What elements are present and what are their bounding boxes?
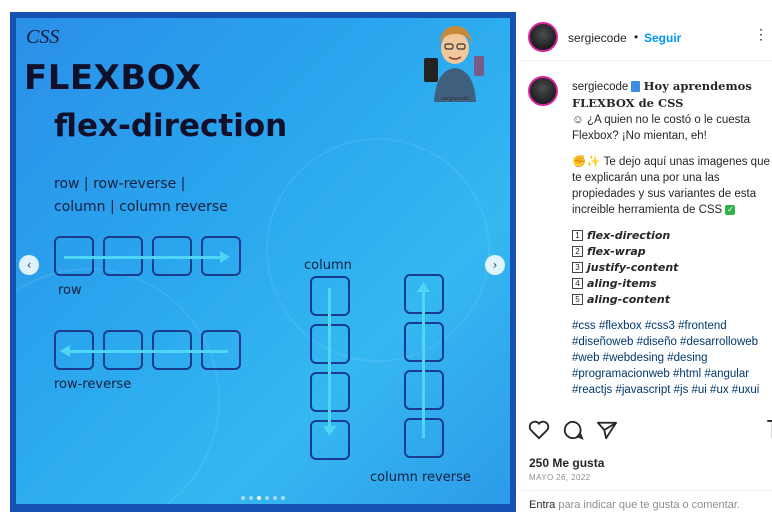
- number-icon: 3: [572, 262, 583, 274]
- svg-text:sergiecode: sergiecode: [441, 96, 468, 102]
- arrow-right: [64, 256, 224, 259]
- property-name: justify-content: [587, 261, 679, 274]
- share-icon[interactable]: [596, 420, 618, 440]
- book-emoji-icon: [631, 81, 641, 93]
- property-list-item: 4 aling-items: [572, 276, 770, 292]
- carousel-prev-button[interactable]: ‹: [19, 255, 39, 275]
- property-name: flex-wrap: [587, 245, 646, 258]
- number-icon: 2: [572, 246, 583, 258]
- carousel-dot[interactable]: [241, 496, 245, 500]
- carousel-dot[interactable]: [281, 496, 285, 500]
- carousel-next-button[interactable]: ›: [485, 255, 505, 275]
- chevron-right-icon: ›: [492, 258, 498, 272]
- caption-line-2-text: Te dejo aquí unas imagenes que te explic…: [572, 156, 770, 216]
- carousel-dots: [16, 496, 510, 500]
- post-date: MAYO 26, 2022: [529, 473, 591, 482]
- like-count[interactable]: 250 Me gusta: [529, 456, 604, 470]
- arrow-head-up: [417, 282, 430, 292]
- number-icon: 1: [572, 230, 583, 242]
- property-list: 1 flex-direction 2 flex-wrap 3 justify-conten…: [572, 228, 770, 308]
- property-list-item: 3 justify-content: [572, 260, 770, 276]
- footer-divider: [518, 490, 772, 491]
- label-column: column: [304, 258, 352, 273]
- property-name: aling-content: [587, 293, 670, 306]
- more-icon: ⋮: [754, 26, 768, 42]
- post-side-panel: sergiecode • Seguir ⋮ sergiecode Hoy apr…: [518, 0, 772, 517]
- arrow-down: [328, 288, 331, 430]
- number-icon: 5: [572, 294, 583, 306]
- arrow-up: [422, 290, 425, 438]
- post-caption: sergiecode Hoy aprendemos FLEXBOX de CSS…: [572, 78, 770, 398]
- caption-username[interactable]: sergiecode: [572, 81, 628, 93]
- property-list-item: 2 flex-wrap: [572, 244, 770, 260]
- carousel-dot[interactable]: [249, 496, 253, 500]
- arrow-head-left: [60, 345, 70, 357]
- decorative-circle: [266, 138, 490, 362]
- arrow-head-down: [323, 426, 336, 436]
- bookmark-icon[interactable]: [766, 420, 772, 440]
- post-media-pane: CSS FLEXBOX flex-direction row | row-rev…: [0, 0, 518, 517]
- options-line-2: column | column reverse: [54, 199, 228, 215]
- caption-line-1: ☺ ¿A quien no le costó o le cuesta Flexb…: [572, 112, 770, 144]
- caption-avatar[interactable]: [528, 76, 558, 106]
- header-separator: •: [634, 30, 639, 44]
- caption-line-2: ✊✨ Te dejo aquí unas imagenes que te exp…: [572, 154, 770, 218]
- options-line-1: row | row-reverse |: [54, 176, 186, 192]
- header-username[interactable]: sergiecode: [568, 31, 627, 45]
- chevron-left-icon: ‹: [26, 258, 32, 272]
- caption-line-1-text: ¿A quien no le costó o le cuesta Flexbox…: [572, 114, 750, 142]
- comment-icon[interactable]: [562, 420, 584, 440]
- login-text: para indicar que te gusta o comentar.: [555, 499, 740, 511]
- login-link[interactable]: Entra: [529, 499, 555, 511]
- follow-button[interactable]: Seguir: [644, 31, 681, 45]
- label-row: row: [58, 283, 82, 298]
- check-emoji-icon: ✓: [725, 204, 736, 215]
- carousel-dot[interactable]: [273, 496, 277, 500]
- slide-title: FLEXBOX: [24, 58, 202, 98]
- face-emoji-icon: ☺: [572, 114, 584, 126]
- action-bar: [528, 420, 772, 442]
- property-name: flex-direction: [587, 229, 671, 242]
- login-prompt: Entra para indicar que te gusta o coment…: [529, 499, 740, 511]
- caption-heading: sergiecode Hoy aprendemos FLEXBOX de CSS: [572, 78, 770, 112]
- css-tag: CSS: [26, 26, 60, 48]
- heart-icon[interactable]: [528, 420, 550, 440]
- author-avatar-illustration: sergiecode: [424, 26, 484, 102]
- property-list-item: 5 aling-content: [572, 292, 770, 308]
- avatar[interactable]: [528, 22, 558, 52]
- arrow-head-right: [220, 251, 230, 263]
- slide-subtitle: flex-direction: [54, 108, 288, 144]
- hashtags[interactable]: #css #flexbox #css3 #frontend #diseñoweb…: [572, 318, 770, 398]
- number-icon: 4: [572, 278, 583, 290]
- header-divider: [518, 60, 772, 61]
- property-name: aling-items: [587, 277, 657, 290]
- carousel-dot[interactable]: [257, 496, 261, 500]
- more-button[interactable]: ⋮: [754, 26, 768, 43]
- carousel-slide[interactable]: CSS FLEXBOX flex-direction row | row-rev…: [16, 18, 510, 504]
- label-column-reverse: column reverse: [370, 470, 471, 485]
- carousel-dot[interactable]: [265, 496, 269, 500]
- property-list-item: 1 flex-direction: [572, 228, 770, 244]
- label-row-reverse: row-reverse: [54, 377, 132, 392]
- muscle-emoji-icon: ✊✨: [572, 156, 601, 168]
- arrow-left: [68, 350, 228, 353]
